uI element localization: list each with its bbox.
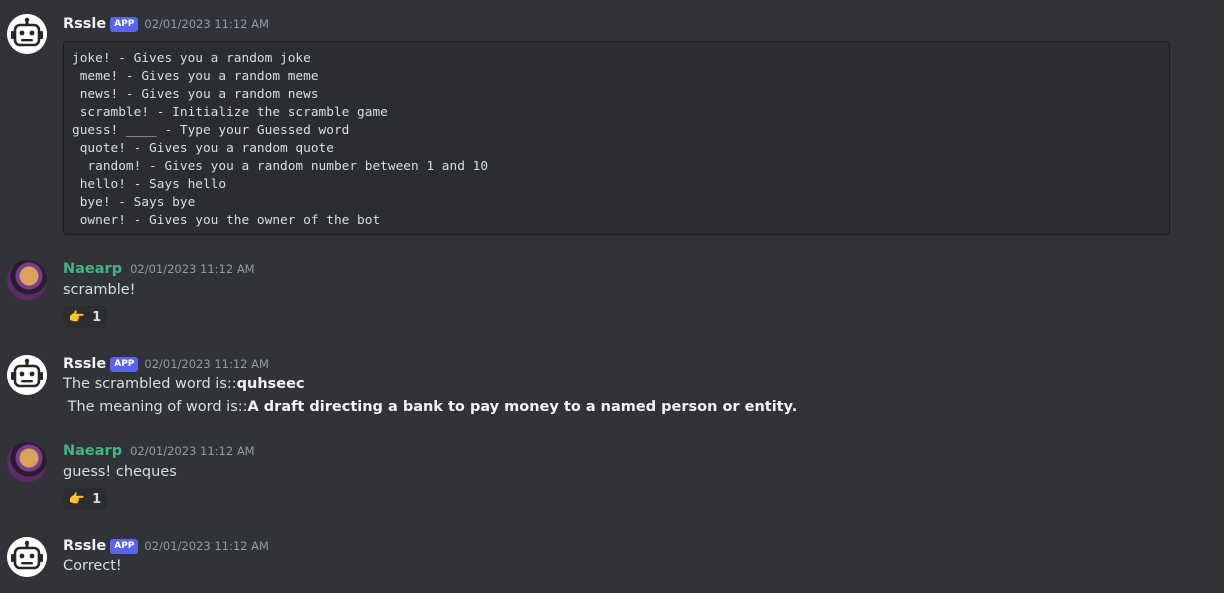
code-line: hello! - Says hello (72, 177, 227, 192)
code-line: scramble! - Initialize the scramble game (72, 105, 388, 120)
timestamp[interactable]: 02/01/2023 11:12 AM (130, 262, 255, 276)
meaning-label: The meaning of word is:: (63, 399, 248, 415)
pointing-hand-icon: 👉 (68, 491, 86, 507)
user-avatar[interactable] (7, 442, 47, 482)
message-text: Correct! (63, 558, 122, 574)
message-header: Naearp 02/01/2023 11:12 AM (63, 441, 255, 461)
message-header: Rssle APP 02/01/2023 11:12 AM (63, 536, 269, 556)
message-user-guess: Naearp 02/01/2023 11:12 AM guess! cheque… (0, 441, 1224, 513)
code-line: quote! - Gives you a random quote (72, 141, 334, 156)
message-text: guess! cheques (63, 464, 177, 480)
code-line: meme! - Gives you a random meme (72, 69, 319, 84)
message-bot-correct: Rssle APP 02/01/2023 11:12 AM Correct! (0, 536, 1224, 581)
bot-avatar[interactable] (7, 537, 47, 577)
message-bot-scrambled: Rssle APP 02/01/2023 11:12 AM The scramb… (0, 354, 1224, 420)
code-line: news! - Gives you a random news (72, 87, 319, 102)
message-text-line: The scrambled word is::quhseec (63, 376, 305, 392)
reaction-count: 1 (92, 491, 102, 507)
reaction-count: 1 (92, 309, 102, 325)
code-line: bye! - Says bye (72, 195, 196, 210)
message-text-line: The meaning of word is::A draft directin… (63, 399, 798, 415)
message-header: Naearp 02/01/2023 11:12 AM (63, 259, 255, 279)
timestamp[interactable]: 02/01/2023 11:12 AM (144, 17, 269, 31)
message-text: scramble! (63, 282, 136, 298)
app-badge: APP (110, 16, 139, 32)
message-user-scramble: Naearp 02/01/2023 11:12 AM scramble! 👉 1 (0, 259, 1224, 331)
timestamp[interactable]: 02/01/2023 11:12 AM (130, 444, 255, 458)
timestamp[interactable]: 02/01/2023 11:12 AM (144, 539, 269, 553)
code-line: random! - Gives you a random number betw… (72, 159, 489, 174)
scrambled-label: The scrambled word is:: (63, 376, 237, 392)
app-badge: APP (110, 356, 139, 372)
app-badge: APP (110, 538, 139, 554)
code-block: joke! - Gives you a random joke meme! - … (63, 41, 1170, 235)
scrambled-word: quhseec (236, 376, 305, 392)
author-name[interactable]: Naearp (63, 261, 122, 277)
author-name[interactable]: Naearp (63, 443, 122, 459)
author-name[interactable]: Rssle (63, 356, 106, 372)
message-header: Rssle APP 02/01/2023 11:12 AM (63, 14, 269, 34)
robot-icon (7, 14, 47, 54)
robot-icon (7, 537, 47, 577)
code-line: guess! ____ - Type your Guessed word (72, 123, 350, 138)
pointing-hand-icon: 👉 (68, 309, 86, 325)
user-avatar[interactable] (7, 260, 47, 300)
robot-icon (7, 355, 47, 395)
message-header: Rssle APP 02/01/2023 11:12 AM (63, 354, 269, 374)
reaction-button[interactable]: 👉 1 (63, 306, 107, 328)
author-name[interactable]: Rssle (63, 16, 106, 32)
bot-avatar[interactable] (7, 14, 47, 54)
code-line: joke! - Gives you a random joke (72, 51, 311, 66)
author-name[interactable]: Rssle (63, 538, 106, 554)
code-line: owner! - Gives you the owner of the bot (72, 213, 381, 228)
bot-avatar[interactable] (7, 355, 47, 395)
word-meaning: A draft directing a bank to pay money to… (247, 399, 798, 415)
message-bot-help: Rssle APP 02/01/2023 11:12 AM joke! - Gi… (0, 14, 1224, 239)
timestamp[interactable]: 02/01/2023 11:12 AM (144, 357, 269, 371)
reaction-button[interactable]: 👉 1 (63, 488, 107, 510)
